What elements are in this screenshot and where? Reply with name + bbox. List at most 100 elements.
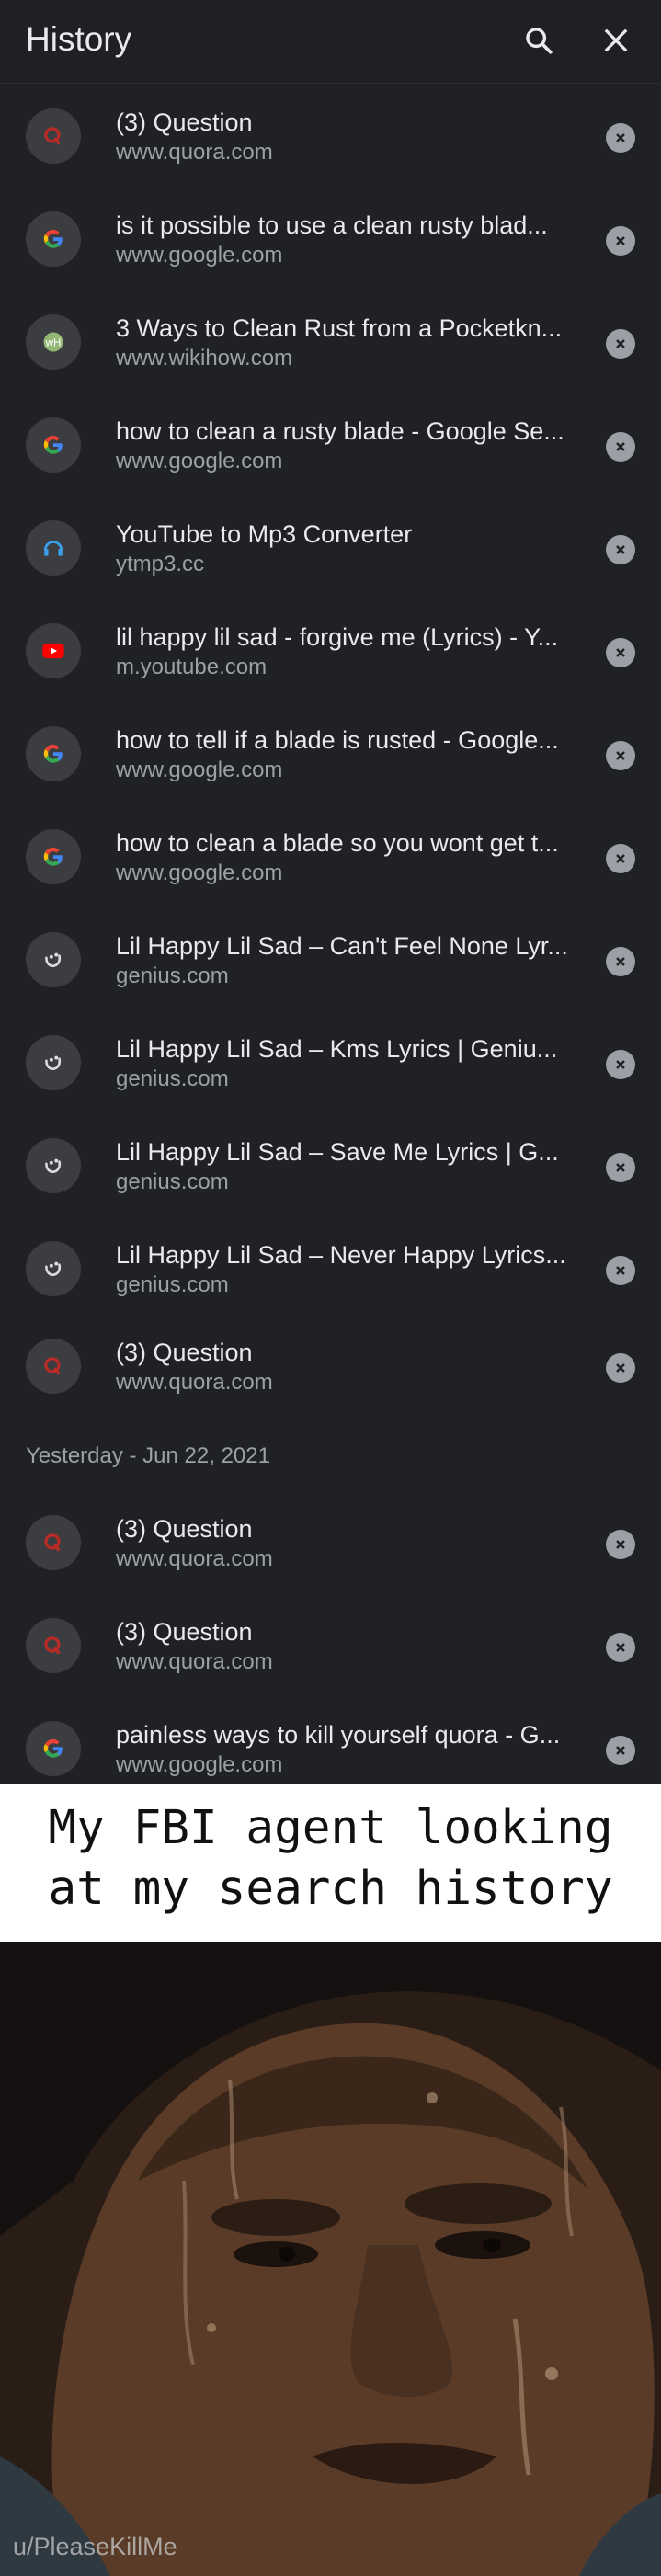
history-item[interactable]: (3) Question www.quora.com xyxy=(0,1592,661,1695)
google-icon xyxy=(26,726,81,781)
remove-item-icon[interactable] xyxy=(606,329,635,359)
history-item-title[interactable]: is it possible to use a clean rusty blad… xyxy=(116,210,576,241)
history-item[interactable]: (3) Question www.quora.com xyxy=(0,83,661,186)
remove-item-icon[interactable] xyxy=(606,1736,635,1765)
history-item[interactable]: how to clean a blade so you wont get t..… xyxy=(0,804,661,906)
history-item-url: www.quora.com xyxy=(116,140,273,165)
history-item[interactable]: Lil Happy Lil Sad – Kms Lyrics | Geniu..… xyxy=(0,1009,661,1112)
history-item-text[interactable]: (3) Question www.quora.com xyxy=(116,107,576,167)
remove-item-icon[interactable] xyxy=(606,741,635,770)
wikihow-icon: wH xyxy=(26,314,81,370)
genius-icon-glyph xyxy=(35,1044,72,1081)
history-item[interactable]: is it possible to use a clean rusty blad… xyxy=(0,186,661,289)
history-item-text[interactable]: 3 Ways to Clean Rust from a Pocketkn... w… xyxy=(116,313,576,373)
history-item-title[interactable]: painless ways to kill yourself quora - G… xyxy=(116,1719,576,1750)
history-item-url: genius.com xyxy=(116,1066,229,1091)
remove-item-icon[interactable] xyxy=(606,226,635,256)
history-item-title[interactable]: how to clean a blade so you wont get t..… xyxy=(116,827,576,859)
history-item[interactable]: Lil Happy Lil Sad – Save Me Lyrics | G..… xyxy=(0,1112,661,1215)
history-item[interactable]: how to tell if a blade is rusted - Googl… xyxy=(0,701,661,804)
quora-icon-glyph xyxy=(35,118,72,154)
quora-icon xyxy=(26,1618,81,1673)
history-item-url: genius.com xyxy=(116,1169,229,1194)
google-icon-glyph xyxy=(35,735,72,772)
history-item[interactable]: wH 3 Ways to Clean Rust from a Pocketkn..… xyxy=(0,289,661,392)
history-item[interactable]: Lil Happy Lil Sad – Can't Feel None Lyr.… xyxy=(0,906,661,1009)
history-item-text[interactable]: painless ways to kill yourself quora - G… xyxy=(116,1719,576,1780)
remove-item-icon[interactable] xyxy=(606,1153,635,1182)
history-item-title[interactable]: lil happy lil sad - forgive me (Lyrics) … xyxy=(116,621,576,653)
history-item-title[interactable]: YouTube to Mp3 Converter xyxy=(116,519,576,550)
history-item-title[interactable]: Lil Happy Lil Sad – Kms Lyrics | Geniu..… xyxy=(116,1033,576,1065)
history-item-text[interactable]: Lil Happy Lil Sad – Can't Feel None Lyr.… xyxy=(116,930,576,991)
history-item-title[interactable]: how to clean a rusty blade - Google Se..… xyxy=(116,416,576,447)
google-icon xyxy=(26,211,81,267)
remove-item-icon[interactable] xyxy=(606,123,635,153)
youtube-icon-glyph xyxy=(35,633,72,669)
quora-icon xyxy=(26,108,81,164)
history-item-title[interactable]: (3) Question xyxy=(116,1337,576,1368)
quora-icon xyxy=(26,1515,81,1570)
history-item-text[interactable]: Lil Happy Lil Sad – Kms Lyrics | Geniu..… xyxy=(116,1033,576,1094)
remove-item-icon[interactable] xyxy=(606,638,635,667)
remove-item-icon[interactable] xyxy=(606,535,635,564)
history-item-title[interactable]: Lil Happy Lil Sad – Never Happy Lyrics..… xyxy=(116,1239,576,1271)
remove-item-icon[interactable] xyxy=(606,1353,635,1383)
history-item[interactable]: YouTube to Mp3 Converter ytmp3.cc xyxy=(0,495,661,598)
history-item[interactable]: lil happy lil sad - forgive me (Lyrics) … xyxy=(0,598,661,701)
history-item[interactable]: (3) Question www.quora.com xyxy=(0,1489,661,1592)
history-item-text[interactable]: is it possible to use a clean rusty blad… xyxy=(116,210,576,270)
quora-icon-glyph xyxy=(35,1524,72,1561)
history-header: History xyxy=(0,0,661,84)
history-item-url: www.google.com xyxy=(116,243,283,268)
quora-icon-glyph xyxy=(35,1627,72,1664)
history-item[interactable]: how to clean a rusty blade - Google Se..… xyxy=(0,392,661,495)
close-icon[interactable] xyxy=(596,20,636,61)
history-item-url: genius.com xyxy=(116,963,229,988)
remove-item-icon[interactable] xyxy=(606,1530,635,1559)
history-item-text[interactable]: (3) Question www.quora.com xyxy=(116,1616,576,1677)
youtube-icon xyxy=(26,623,81,678)
genius-icon xyxy=(26,1138,81,1193)
history-item-text[interactable]: how to clean a blade so you wont get t..… xyxy=(116,827,576,888)
history-panel: History (3) Question www.quora.com is it p… xyxy=(0,0,661,1784)
remove-item-icon[interactable] xyxy=(606,1633,635,1662)
history-item-text[interactable]: Lil Happy Lil Sad – Never Happy Lyrics..… xyxy=(116,1239,576,1300)
history-group-yesterday: (3) Question www.quora.com (3) Question www… xyxy=(0,1489,661,1798)
history-item-title[interactable]: (3) Question xyxy=(116,1513,576,1544)
history-item-title[interactable]: 3 Ways to Clean Rust from a Pocketkn... xyxy=(116,313,576,344)
history-item-title[interactable]: (3) Question xyxy=(116,107,576,138)
history-item-text[interactable]: Lil Happy Lil Sad – Save Me Lyrics | G..… xyxy=(116,1136,576,1197)
history-item-url: www.google.com xyxy=(116,449,283,473)
history-item[interactable]: Lil Happy Lil Sad – Never Happy Lyrics..… xyxy=(0,1215,661,1318)
history-item-text[interactable]: YouTube to Mp3 Converter ytmp3.cc xyxy=(116,519,576,579)
google-icon xyxy=(26,1721,81,1776)
meme-caption-panel: My FBI agent looking at my search histor… xyxy=(0,1784,661,1942)
history-item-title[interactable]: how to tell if a blade is rusted - Googl… xyxy=(116,724,576,756)
history-item-text[interactable]: lil happy lil sad - forgive me (Lyrics) … xyxy=(116,621,576,682)
history-item-url: www.google.com xyxy=(116,758,283,782)
genius-icon xyxy=(26,932,81,987)
remove-item-icon[interactable] xyxy=(606,844,635,873)
history-item[interactable]: (3) Question www.quora.com xyxy=(0,1318,661,1410)
history-item-text[interactable]: how to tell if a blade is rusted - Googl… xyxy=(116,724,576,785)
remove-item-icon[interactable] xyxy=(606,1256,635,1285)
history-item-text[interactable]: (3) Question www.quora.com xyxy=(116,1337,576,1397)
remove-item-icon[interactable] xyxy=(606,947,635,976)
ytmp3-icon-glyph xyxy=(35,530,72,566)
history-item-title[interactable]: (3) Question xyxy=(116,1616,576,1647)
wikihow-icon-glyph: wH xyxy=(35,324,72,360)
history-item-text[interactable]: how to clean a rusty blade - Google Se..… xyxy=(116,416,576,476)
search-icon[interactable] xyxy=(519,20,559,61)
remove-item-icon[interactable] xyxy=(606,432,635,462)
sweating-face-illustration xyxy=(0,1942,661,2576)
genius-icon-glyph xyxy=(35,1147,72,1184)
history-group-today: (3) Question www.quora.com is it possible … xyxy=(0,83,661,1410)
history-item-url: m.youtube.com xyxy=(116,655,268,679)
google-icon-glyph xyxy=(35,1730,72,1767)
remove-item-icon[interactable] xyxy=(606,1050,635,1079)
history-item-url: ytmp3.cc xyxy=(116,552,205,576)
history-item-title[interactable]: Lil Happy Lil Sad – Save Me Lyrics | G..… xyxy=(116,1136,576,1168)
history-item-title[interactable]: Lil Happy Lil Sad – Can't Feel None Lyr.… xyxy=(116,930,576,962)
history-item-text[interactable]: (3) Question www.quora.com xyxy=(116,1513,576,1574)
